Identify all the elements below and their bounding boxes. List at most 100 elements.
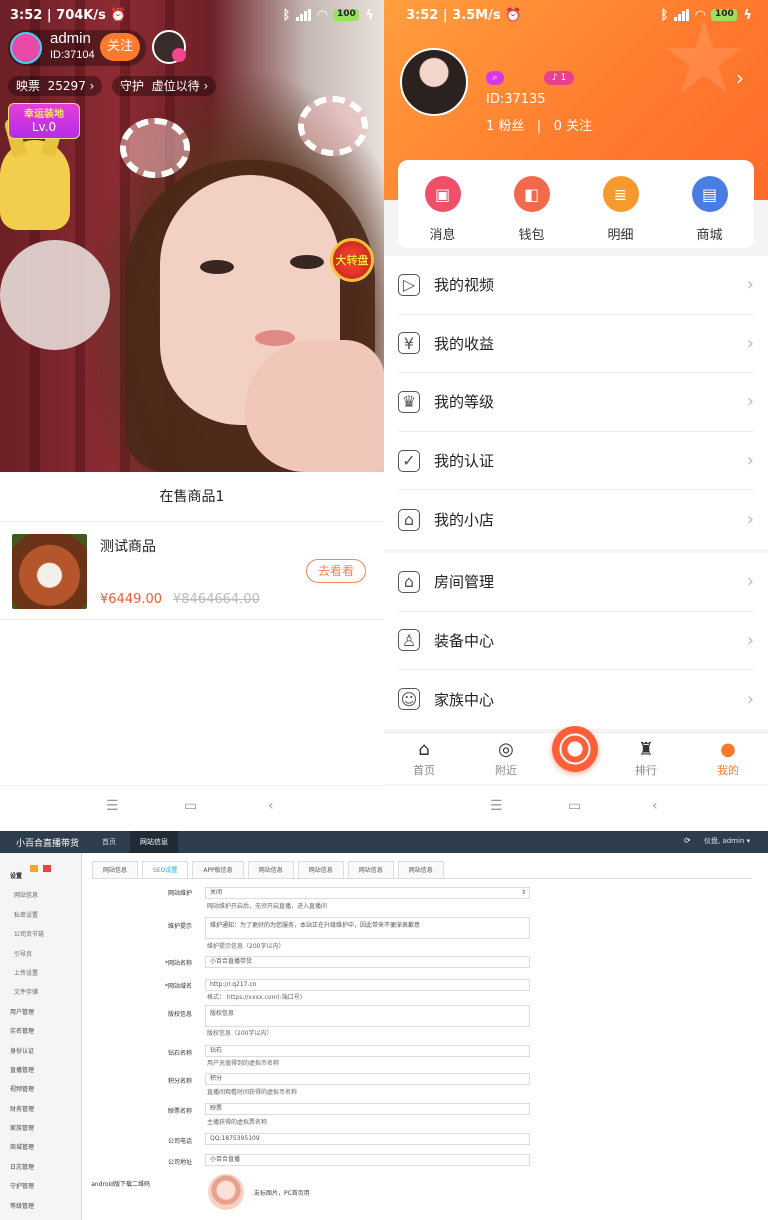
sidebar-item[interactable]: 直播管理 (0, 1061, 81, 1080)
tab-label: 我的 (717, 764, 739, 777)
topnav-home[interactable]: 首页 (92, 831, 126, 853)
admin-panel: 小百合直播带货 首页 网站信息 ⟳ 仪盘, admin ▾ 设置 网站信息 私密设置… (0, 831, 768, 1220)
sidebar-item[interactable]: 道具管理 (0, 1216, 81, 1220)
menu-icon[interactable]: ☰ (106, 798, 119, 814)
sidebar-item[interactable]: 公司页节链 (0, 925, 81, 944)
chevron-right-icon[interactable]: › (736, 66, 744, 90)
chevron-right-icon: › (746, 629, 754, 651)
admin-tab[interactable]: APP版信息 (192, 861, 244, 878)
streamer-eye (200, 260, 234, 274)
qr-logo-image[interactable] (208, 1174, 244, 1210)
badge-icon (43, 865, 52, 872)
host-id: ID:37104 (50, 49, 95, 61)
tab-item[interactable]: ◎ 附近 (474, 738, 538, 778)
follow-button[interactable]: 关注 (100, 33, 140, 61)
menu-item[interactable]: ¥ 我的收益 › (398, 315, 754, 374)
field-hint: 维护提示信息（200字以内） (207, 943, 285, 950)
live-room-screen: 3:52 | 704K/s ⏰ ᛒ ◠ 100 ϟ admin ID:37104… (0, 0, 384, 828)
quick-action-icon: ▣ (424, 176, 461, 212)
maintenance-notice-textarea[interactable]: 维护通知：为了更好的为您服务，本站正在升级维护中，因此带来不便深表歉意 (205, 917, 530, 939)
follows-count[interactable]: 0 关注 (554, 119, 592, 134)
menu-item[interactable]: ▷ 我的视频 › (398, 256, 754, 315)
menu-item-icon: ♙ (398, 629, 420, 652)
sidebar-item[interactable]: 财务管理 (0, 1100, 81, 1119)
alarm-icon: ⏰ (110, 7, 127, 23)
quick-action-item[interactable]: ◧ 钱包 (487, 176, 576, 243)
topnav-site-info[interactable]: 网站信息 (130, 831, 178, 853)
admin-user-menu[interactable]: 仪盘, admin ▾ (704, 836, 750, 846)
sidebar-item[interactable]: 身份认证 (0, 1042, 81, 1061)
maintenance-select[interactable]: 关闭 ⇕ (205, 887, 530, 899)
menu-item-icon: ▷ (398, 273, 420, 296)
menu-icon[interactable]: ☰ (490, 798, 503, 814)
sidebar-item[interactable]: 引导页 (0, 945, 81, 964)
votes-pill[interactable]: 映票 25297 › (8, 76, 103, 96)
back-icon[interactable]: ‹ (652, 798, 658, 814)
status-bar: 3:52 | 3.5M/s ⏰ ᛒ ◠ 100 ϟ (406, 7, 752, 23)
curtain-fold (30, 0, 40, 472)
streamer-eye (290, 255, 324, 269)
points-name-input[interactable]: 积分 (205, 1073, 530, 1085)
guard-pill[interactable]: 守护 虚位以待 › (112, 76, 217, 96)
host-avatar[interactable] (10, 32, 42, 64)
admin-tab[interactable]: 网站信息 (92, 861, 139, 878)
status-speed: 704K/s (56, 7, 106, 23)
profile-avatar[interactable] (400, 48, 468, 116)
admin-tab[interactable]: SEO设置 (142, 861, 189, 878)
fans-count[interactable]: 1 粉丝 (486, 119, 524, 134)
menu-item[interactable]: ⌂ 房间管理 › (398, 553, 754, 612)
sidebar-item[interactable]: 私密设置 (0, 906, 81, 925)
sidebar-item[interactable]: 实名管理 (0, 1022, 81, 1041)
view-goods-button[interactable]: 去看看 (306, 559, 366, 583)
sidebar-item[interactable]: 文件存储 (0, 983, 81, 1002)
company-address-input[interactable]: 小百合直播 (205, 1154, 530, 1166)
bear-ear-sticker (298, 96, 368, 156)
tab-item[interactable]: ● 我的 (696, 738, 760, 778)
quick-action-icon: ◧ (513, 176, 550, 212)
system-nav-bar: ☰ ▭ ‹ (384, 785, 768, 827)
charging-icon: ϟ (743, 7, 752, 23)
sidebar-item[interactable]: 家族管理 (0, 1119, 81, 1138)
sidebar-item[interactable]: 日志管理 (0, 1158, 81, 1177)
admin-tab[interactable]: 网站信息 (297, 861, 344, 878)
live-video[interactable] (0, 0, 384, 472)
menu-item[interactable]: ♙ 装备中心 › (398, 612, 754, 671)
menu-item[interactable]: ♛ 我的等级 › (398, 373, 754, 432)
menu-item[interactable]: ☺ 家族中心 › (398, 670, 754, 729)
quick-action-item[interactable]: ▣ 消息 (398, 176, 487, 243)
sidebar-item[interactable]: 商城管理 (0, 1138, 81, 1157)
company-phone-input[interactable]: QQ:1875395109 (205, 1133, 530, 1145)
quick-action-item[interactable]: ▤ 商城 (665, 176, 754, 243)
menu-item-icon: ⌂ (398, 508, 420, 531)
bluetooth-icon: ᛒ (660, 7, 669, 23)
tab-item[interactable]: ⌂ 首页 (392, 738, 456, 778)
field-hint: 用户充值得到的虚拟币名称 (207, 1060, 280, 1067)
ticket-name-input[interactable]: 映票 (205, 1103, 530, 1115)
home-icon[interactable]: ▭ (568, 798, 581, 814)
copyright-textarea[interactable]: 版权信息 (205, 1005, 530, 1027)
diamond-name-input[interactable]: 钻石 (205, 1045, 530, 1057)
field-label: *网站域名 (164, 983, 192, 990)
user-level-icon: ⌕ (486, 71, 504, 85)
sidebar-item[interactable]: 网站信息 (0, 886, 81, 905)
tab-item[interactable]: ♜ 排行 (614, 738, 678, 778)
admin-tab[interactable]: 网站信息 (397, 861, 444, 878)
sidebar-item[interactable]: 视频管理 (0, 1080, 81, 1099)
menu-item[interactable]: ✓ 我的认证 › (398, 432, 754, 491)
go-live-button[interactable] (552, 726, 598, 772)
admin-tab[interactable]: 网站信息 (247, 861, 294, 878)
goods-thumbnail[interactable] (12, 534, 87, 609)
signal-icon (674, 9, 690, 21)
site-domain-input[interactable]: http://r.q217.cn (205, 979, 530, 991)
home-icon[interactable]: ▭ (184, 798, 197, 814)
admin-tab[interactable]: 网站信息 (347, 861, 394, 878)
refresh-icon[interactable]: ⟳ (684, 836, 691, 845)
site-name-input[interactable]: 小百合直播带货 (205, 956, 530, 968)
sidebar-item[interactable]: 等级管理 (0, 1197, 81, 1216)
wifi-icon: ◠ (317, 7, 328, 23)
quick-action-item[interactable]: ≣ 明细 (576, 176, 665, 243)
sidebar-item[interactable]: 用户管理 (0, 1003, 81, 1022)
sidebar-item[interactable]: 上传设置 (0, 964, 81, 983)
menu-item[interactable]: ⌂ 我的小店 › (398, 490, 754, 549)
back-icon[interactable]: ‹ (268, 798, 274, 814)
